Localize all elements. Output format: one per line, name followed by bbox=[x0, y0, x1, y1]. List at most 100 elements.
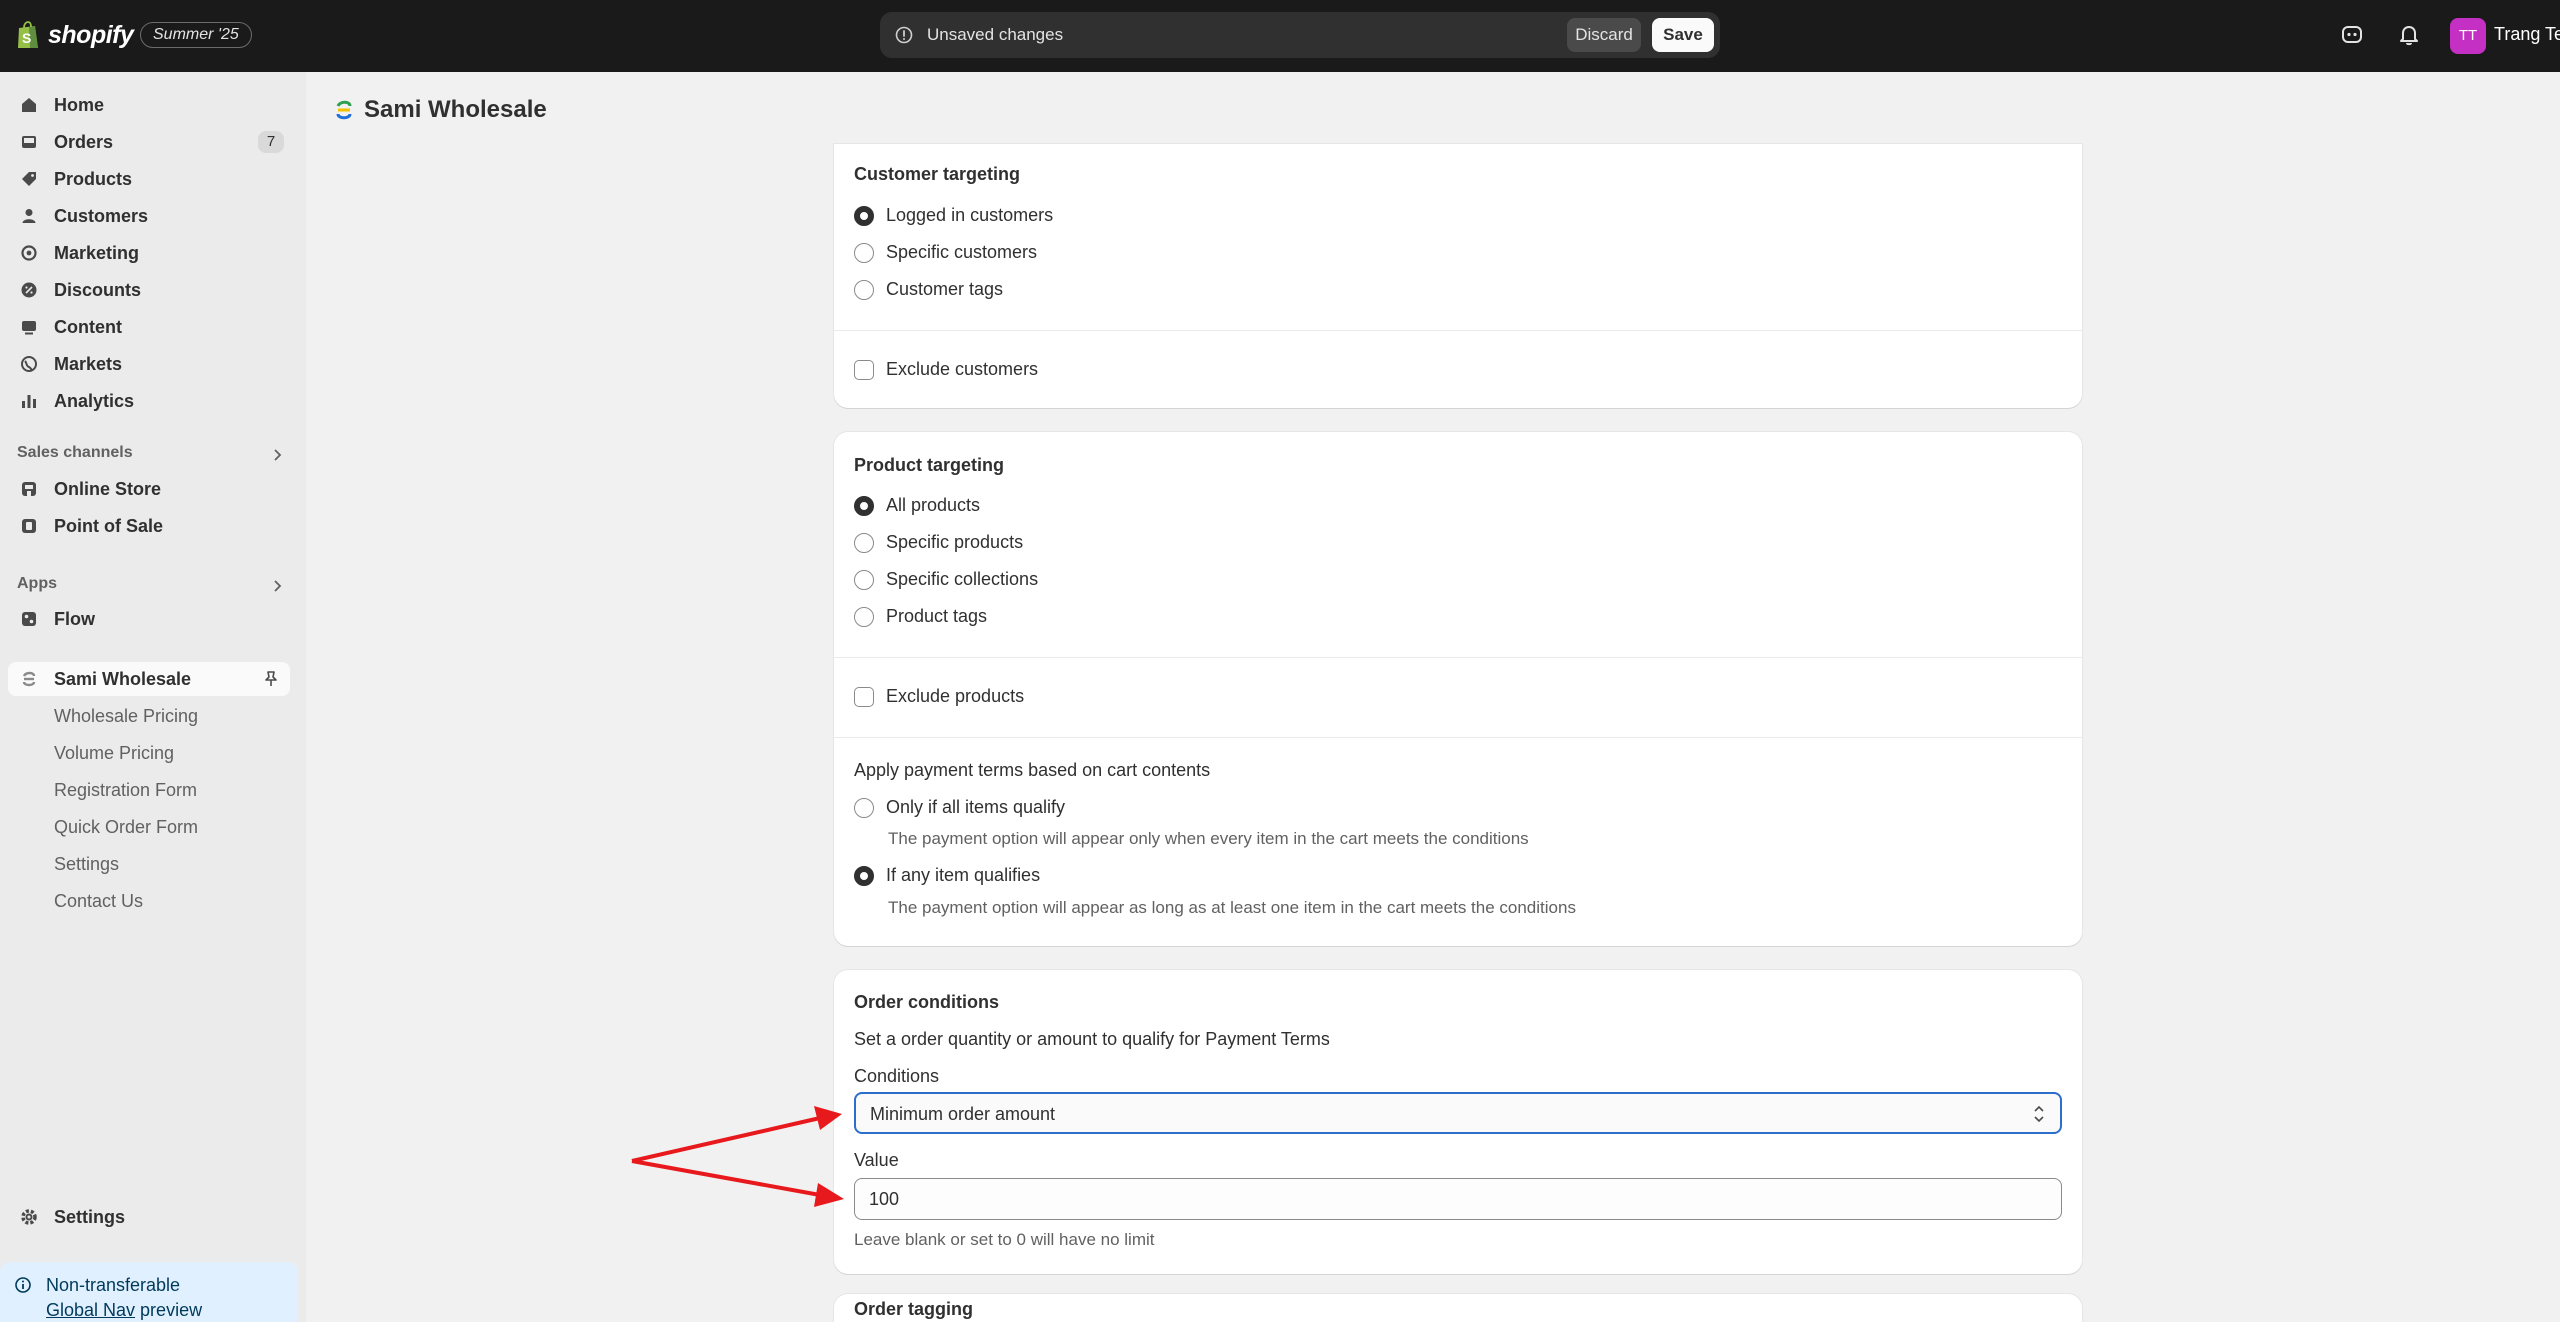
svg-text:S: S bbox=[22, 30, 31, 46]
sidebar-item-label: Marketing bbox=[54, 243, 140, 263]
save-button[interactable]: Save bbox=[1652, 18, 1714, 52]
user-avatar[interactable]: TT bbox=[2450, 18, 2486, 54]
sidebar-sub-registration-form[interactable]: Registration Form bbox=[54, 780, 197, 801]
sidebar: Home Orders 7 Products Customers Marketi… bbox=[0, 72, 306, 1322]
shopify-logo[interactable]: S shopify bbox=[16, 20, 134, 50]
sidebar-item-analytics[interactable]: Analytics bbox=[8, 384, 290, 418]
value-input[interactable] bbox=[854, 1178, 2062, 1220]
sidebar-item-label: Discounts bbox=[54, 280, 142, 300]
checkbox-control[interactable] bbox=[854, 359, 874, 380]
sami-app-icon bbox=[22, 671, 36, 687]
chevron-right-icon[interactable] bbox=[270, 448, 284, 462]
radio-label: Specific customers bbox=[886, 242, 1038, 262]
pin-icon[interactable] bbox=[262, 670, 280, 688]
sidebar-item-label: Flow bbox=[54, 609, 95, 629]
radio-if-any-item-qualifies[interactable]: If any item qualifies bbox=[854, 865, 1040, 886]
sidebar-item-products[interactable]: Products bbox=[8, 162, 290, 196]
sidebar-item-label: Markets bbox=[54, 354, 123, 374]
customer-targeting-card: Customer targeting Logged in customers S… bbox=[834, 144, 2082, 408]
sidebar-item-label: Online Store bbox=[54, 479, 162, 499]
sidebar-item-customers[interactable]: Customers bbox=[8, 199, 290, 233]
sidebar-sub-contact-us[interactable]: Contact Us bbox=[54, 891, 143, 912]
sami-logo-icon bbox=[336, 100, 352, 120]
radio-control[interactable] bbox=[854, 797, 874, 818]
sidebar-sub-quick-order-form[interactable]: Quick Order Form bbox=[54, 817, 198, 838]
flow-icon bbox=[22, 612, 36, 626]
orders-count-badge: 7 bbox=[258, 131, 284, 153]
radio-control[interactable] bbox=[854, 606, 874, 627]
product-targeting-title: Product targeting bbox=[854, 455, 1005, 475]
sidebar-item-settings[interactable]: Settings bbox=[8, 1200, 290, 1234]
edition-badge[interactable]: Summer '25 bbox=[140, 22, 252, 48]
sidebar-item-content[interactable]: Content bbox=[8, 310, 290, 344]
sales-channels-heading[interactable]: Sales channels bbox=[17, 444, 133, 462]
radio-control[interactable] bbox=[854, 532, 874, 553]
radio-label: Customer tags bbox=[886, 279, 1004, 299]
sidebar-item-label: Point of Sale bbox=[54, 516, 164, 536]
radio-customer-tags[interactable]: Customer tags bbox=[854, 279, 1003, 300]
preview-line2: Global Nav preview bbox=[46, 1300, 202, 1321]
radio-control[interactable] bbox=[854, 569, 874, 590]
conditions-select[interactable]: Minimum order amount bbox=[854, 1092, 2062, 1134]
radio-control[interactable] bbox=[854, 279, 874, 300]
unsaved-message: Unsaved changes bbox=[927, 25, 1064, 44]
checkbox-exclude-products[interactable]: Exclude products bbox=[854, 686, 1024, 707]
alert-circle-icon bbox=[895, 26, 913, 44]
sidebar-item-label: Customers bbox=[54, 206, 149, 226]
apps-heading[interactable]: Apps bbox=[17, 575, 57, 593]
page-header: Sami Wholesale bbox=[334, 96, 547, 124]
inbox-icon bbox=[22, 136, 36, 148]
radio-product-tags[interactable]: Product tags bbox=[854, 606, 987, 627]
checkbox-exclude-customers[interactable]: Exclude customers bbox=[854, 359, 1038, 380]
unsaved-changes-bar: Unsaved changes Discard Save bbox=[880, 12, 1720, 58]
select-arrows-icon bbox=[2034, 1105, 2044, 1123]
radio-logged-in-customers[interactable]: Logged in customers bbox=[854, 205, 1053, 226]
annotation-arrows bbox=[631, 1106, 844, 1207]
preview-line1: Non-transferable bbox=[46, 1275, 181, 1295]
radio-only-if-all-items-qualify[interactable]: Only if all items qualify bbox=[854, 797, 1065, 818]
page-title: Sami Wholesale bbox=[364, 96, 547, 123]
info-icon bbox=[15, 1277, 31, 1293]
radio-specific-customers[interactable]: Specific customers bbox=[854, 242, 1037, 263]
radio-help-text: The payment option will appear as long a… bbox=[888, 898, 1576, 917]
sidebar-sub-wholesale-pricing[interactable]: Wholesale Pricing bbox=[54, 706, 198, 727]
radio-control[interactable] bbox=[854, 205, 874, 226]
sidebar-item-discounts[interactable]: Discounts bbox=[8, 273, 290, 307]
sidebar-item-online-store[interactable]: Online Store bbox=[8, 472, 290, 506]
chat-bot-icon[interactable] bbox=[2339, 22, 2365, 48]
globe-icon bbox=[21, 356, 37, 372]
sidebar-sub-settings[interactable]: Settings bbox=[54, 854, 119, 875]
radio-all-products[interactable]: All products bbox=[854, 495, 980, 516]
discard-button[interactable]: Discard bbox=[1567, 18, 1641, 52]
sidebar-item-point-of-sale[interactable]: Point of Sale bbox=[8, 509, 290, 543]
sidebar-sub-volume-pricing[interactable]: Volume Pricing bbox=[54, 743, 174, 764]
radio-specific-products[interactable]: Specific products bbox=[854, 532, 1023, 553]
radio-control[interactable] bbox=[854, 242, 874, 263]
home-icon bbox=[22, 98, 36, 112]
radio-label: Specific products bbox=[886, 532, 1024, 552]
chevron-right-icon[interactable] bbox=[270, 579, 284, 593]
bell-icon[interactable] bbox=[2396, 22, 2422, 48]
radio-label: Product tags bbox=[886, 606, 988, 626]
top-bar: S shopify Summer '25 Unsaved changes Dis… bbox=[0, 0, 2560, 72]
radio-control[interactable] bbox=[854, 865, 874, 886]
sidebar-item-label: Products bbox=[54, 169, 133, 189]
user-name[interactable]: Trang Te bbox=[2494, 24, 2560, 45]
sidebar-item-flow[interactable]: Flow bbox=[8, 602, 290, 636]
sidebar-item-sami-wholesale[interactable]: Sami Wholesale bbox=[8, 662, 290, 696]
store-icon bbox=[22, 482, 36, 496]
brand-name: shopify bbox=[48, 20, 134, 49]
order-tagging-title: Order tagging bbox=[854, 1299, 974, 1319]
order-tagging-card: Order tagging bbox=[834, 1294, 2082, 1322]
global-nav-link[interactable]: Global Nav bbox=[46, 1300, 135, 1320]
sidebar-item-marketing[interactable]: Marketing bbox=[8, 236, 290, 270]
checkbox-control[interactable] bbox=[854, 686, 874, 707]
radio-label: Only if all items qualify bbox=[886, 797, 1066, 817]
radio-control[interactable] bbox=[854, 495, 874, 516]
sidebar-item-orders[interactable]: Orders 7 bbox=[8, 125, 290, 159]
sidebar-item-markets[interactable]: Markets bbox=[8, 347, 290, 381]
sidebar-item-home[interactable]: Home bbox=[8, 88, 290, 122]
sidebar-item-label: Analytics bbox=[54, 391, 135, 411]
radio-specific-collections[interactable]: Specific collections bbox=[854, 569, 1038, 590]
radio-label: Logged in customers bbox=[886, 205, 1054, 225]
